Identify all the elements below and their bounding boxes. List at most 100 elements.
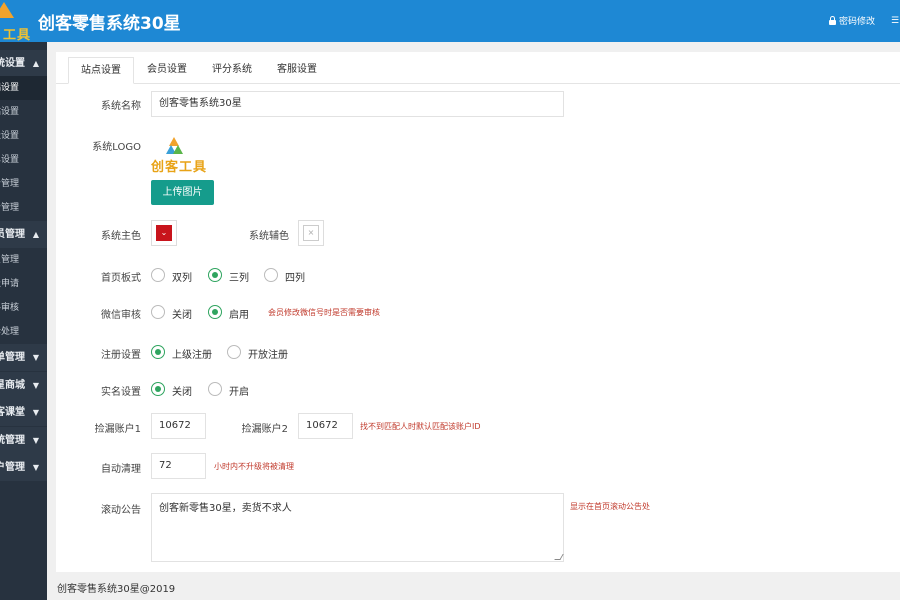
logo-triangle-icon: [0, 2, 14, 18]
sidebar-item[interactable]: 站设置: [0, 100, 47, 124]
system-logo-image: 创客工具: [151, 135, 211, 175]
footer: 创客零售系统30星@2019: [47, 572, 900, 600]
leak-account1-input[interactable]: 10672: [151, 413, 206, 439]
wechat-review-note: 会员修改微信号时是否需要审核: [268, 308, 380, 317]
sidebar-group[interactable]: 统设置 ▲: [0, 50, 47, 77]
system-name-input[interactable]: 创客零售系统30星: [151, 91, 564, 117]
sidebar-group[interactable]: 户管理 ▼: [0, 454, 47, 481]
caret-down-icon: ▼: [32, 463, 39, 472]
sidebar-item[interactable]: 单设置: [0, 148, 47, 172]
sidebar-item-label: 客课堂: [0, 407, 25, 418]
caret-up-icon: ▲: [32, 230, 39, 239]
system-logo-label: 系统LOGO: [92, 142, 141, 153]
sidebar: 统设置▲基础设置站设置级设置单设置告管理告管理会员管理▲员管理级申请料审核诉处理…: [0, 42, 47, 600]
change-password-link[interactable]: 密码修改: [839, 14, 875, 27]
empty-color-icon: ×: [303, 225, 319, 241]
sidebar-item-label: 级申请: [0, 279, 19, 289]
sidebar-item[interactable]: 告管理: [0, 196, 47, 220]
menu-icon[interactable]: ☰: [891, 16, 900, 26]
tab-service-settings[interactable]: 客服设置: [266, 57, 328, 84]
tab-member-settings[interactable]: 会员设置: [136, 57, 198, 84]
wechat-review-radio-on[interactable]: [208, 305, 222, 319]
sidebar-group[interactable]: 统管理 ▼: [0, 427, 47, 454]
copyright-text: 创客零售系统30星@2019: [57, 584, 176, 595]
sidebar-item-label: 级设置: [0, 131, 19, 141]
sidebar-item-label: 星商城: [0, 380, 25, 391]
register-radio-open[interactable]: [227, 345, 241, 359]
system-logo-text: 创客工具: [151, 160, 208, 175]
sidebar-group[interactable]: 客课堂 ▼: [0, 399, 47, 426]
sidebar-item[interactable]: 告管理: [0, 172, 47, 196]
sidebar-item[interactable]: 级申请: [0, 272, 47, 296]
sidebar-item[interactable]: 基础设置: [0, 76, 47, 100]
tab-site-settings[interactable]: 站点设置: [68, 57, 134, 84]
wechat-review-option-off: 关闭: [172, 310, 192, 321]
leak-account-note: 找不到匹配人时默认匹配该账户ID: [360, 422, 481, 431]
layout-radio-quad[interactable]: [264, 268, 278, 282]
sidebar-item-label: 诉处理: [0, 327, 19, 337]
logo-text: 工具: [3, 28, 32, 42]
caret-down-icon: ▼: [32, 381, 39, 390]
realname-radio-on[interactable]: [208, 382, 222, 396]
layout-radio-double[interactable]: [151, 268, 165, 282]
auto-clean-note: 小时内不升级将被清理: [214, 462, 294, 471]
sidebar-item[interactable]: 级设置: [0, 124, 47, 148]
sidebar-group[interactable]: 单管理 ▼: [0, 344, 47, 371]
sidebar-item-label: 员管理: [0, 255, 19, 265]
scroll-notice-note: 显示在首页滚动公告处: [570, 502, 650, 511]
sidebar-group[interactable]: 星商城 ▼: [0, 372, 47, 399]
sidebar-item[interactable]: 员管理: [0, 248, 47, 272]
wechat-review-option-on: 启用: [229, 310, 249, 321]
lock-icon: [828, 16, 836, 25]
header-actions: 密码修改 ☰: [828, 14, 900, 27]
sidebar-item-label: 料审核: [0, 303, 19, 313]
sidebar-item-label: 基础设置: [0, 83, 19, 93]
app-title: 创客零售系统30星: [38, 14, 181, 34]
wechat-review-radio-off[interactable]: [151, 305, 165, 319]
sidebar-item[interactable]: 料审核: [0, 296, 47, 320]
register-label: 注册设置: [101, 350, 141, 361]
leak-account2-input[interactable]: 10672: [298, 413, 353, 439]
sidebar-item-label: 单设置: [0, 155, 19, 165]
sidebar-item-label: 统设置: [0, 58, 25, 69]
layout-option-double: 双列: [172, 273, 192, 284]
sub-color-picker[interactable]: ×: [298, 220, 324, 246]
app-logo[interactable]: 工具: [0, 0, 34, 42]
sub-color-label: 系统辅色: [249, 231, 289, 242]
scroll-notice-label: 滚动公告: [101, 505, 141, 516]
sidebar-item-label: 告管理: [0, 179, 19, 189]
realname-option-off: 关闭: [172, 387, 192, 398]
top-header: 工具 创客零售系统30星 密码修改 ☰: [0, 0, 900, 42]
auto-clean-label: 自动清理: [101, 464, 141, 475]
realname-option-on: 开启: [229, 387, 249, 398]
sidebar-item[interactable]: 诉处理: [0, 320, 47, 344]
sidebar-group[interactable]: 会员管理 ▲: [0, 221, 47, 248]
register-option-superior: 上级注册: [172, 350, 212, 361]
register-option-open: 开放注册: [248, 350, 288, 361]
homepage-layout-label: 首页板式: [101, 273, 141, 284]
sidebar-item-label: 单管理: [0, 352, 25, 363]
system-name-label: 系统名称: [101, 101, 141, 112]
tab-rating-system[interactable]: 评分系统: [201, 57, 263, 84]
main-panel: 站点设置 会员设置 评分系统 客服设置 系统名称 创客零售系统30星 系统LOG…: [56, 52, 900, 572]
leak-account2-label: 捡漏账户2: [241, 424, 288, 435]
resize-handle-icon[interactable]: [554, 554, 564, 560]
caret-down-icon: ▼: [32, 436, 39, 445]
caret-down-icon: ▼: [32, 353, 39, 362]
realname-radio-off[interactable]: [151, 382, 165, 396]
caret-down-icon: ▼: [32, 408, 39, 417]
chevron-down-icon: ⌄: [156, 225, 172, 241]
layout-radio-triple[interactable]: [208, 268, 222, 282]
sidebar-item-label: 站设置: [0, 107, 19, 117]
scroll-notice-textarea[interactable]: 创客新零售30星，卖货不求人: [151, 493, 564, 562]
upload-image-button[interactable]: 上传图片: [151, 180, 214, 205]
main-color-picker[interactable]: ⌄: [151, 220, 177, 246]
sidebar-item-label: 告管理: [0, 203, 19, 213]
sidebar-item-label: 统管理: [0, 435, 25, 446]
settings-tabs: 站点设置 会员设置 评分系统 客服设置: [56, 52, 900, 84]
register-radio-superior[interactable]: [151, 345, 165, 359]
auto-clean-input[interactable]: 72: [151, 453, 206, 479]
caret-up-icon: ▲: [32, 59, 39, 68]
realname-label: 实名设置: [101, 387, 141, 398]
sidebar-item-label: 会员管理: [0, 229, 25, 240]
